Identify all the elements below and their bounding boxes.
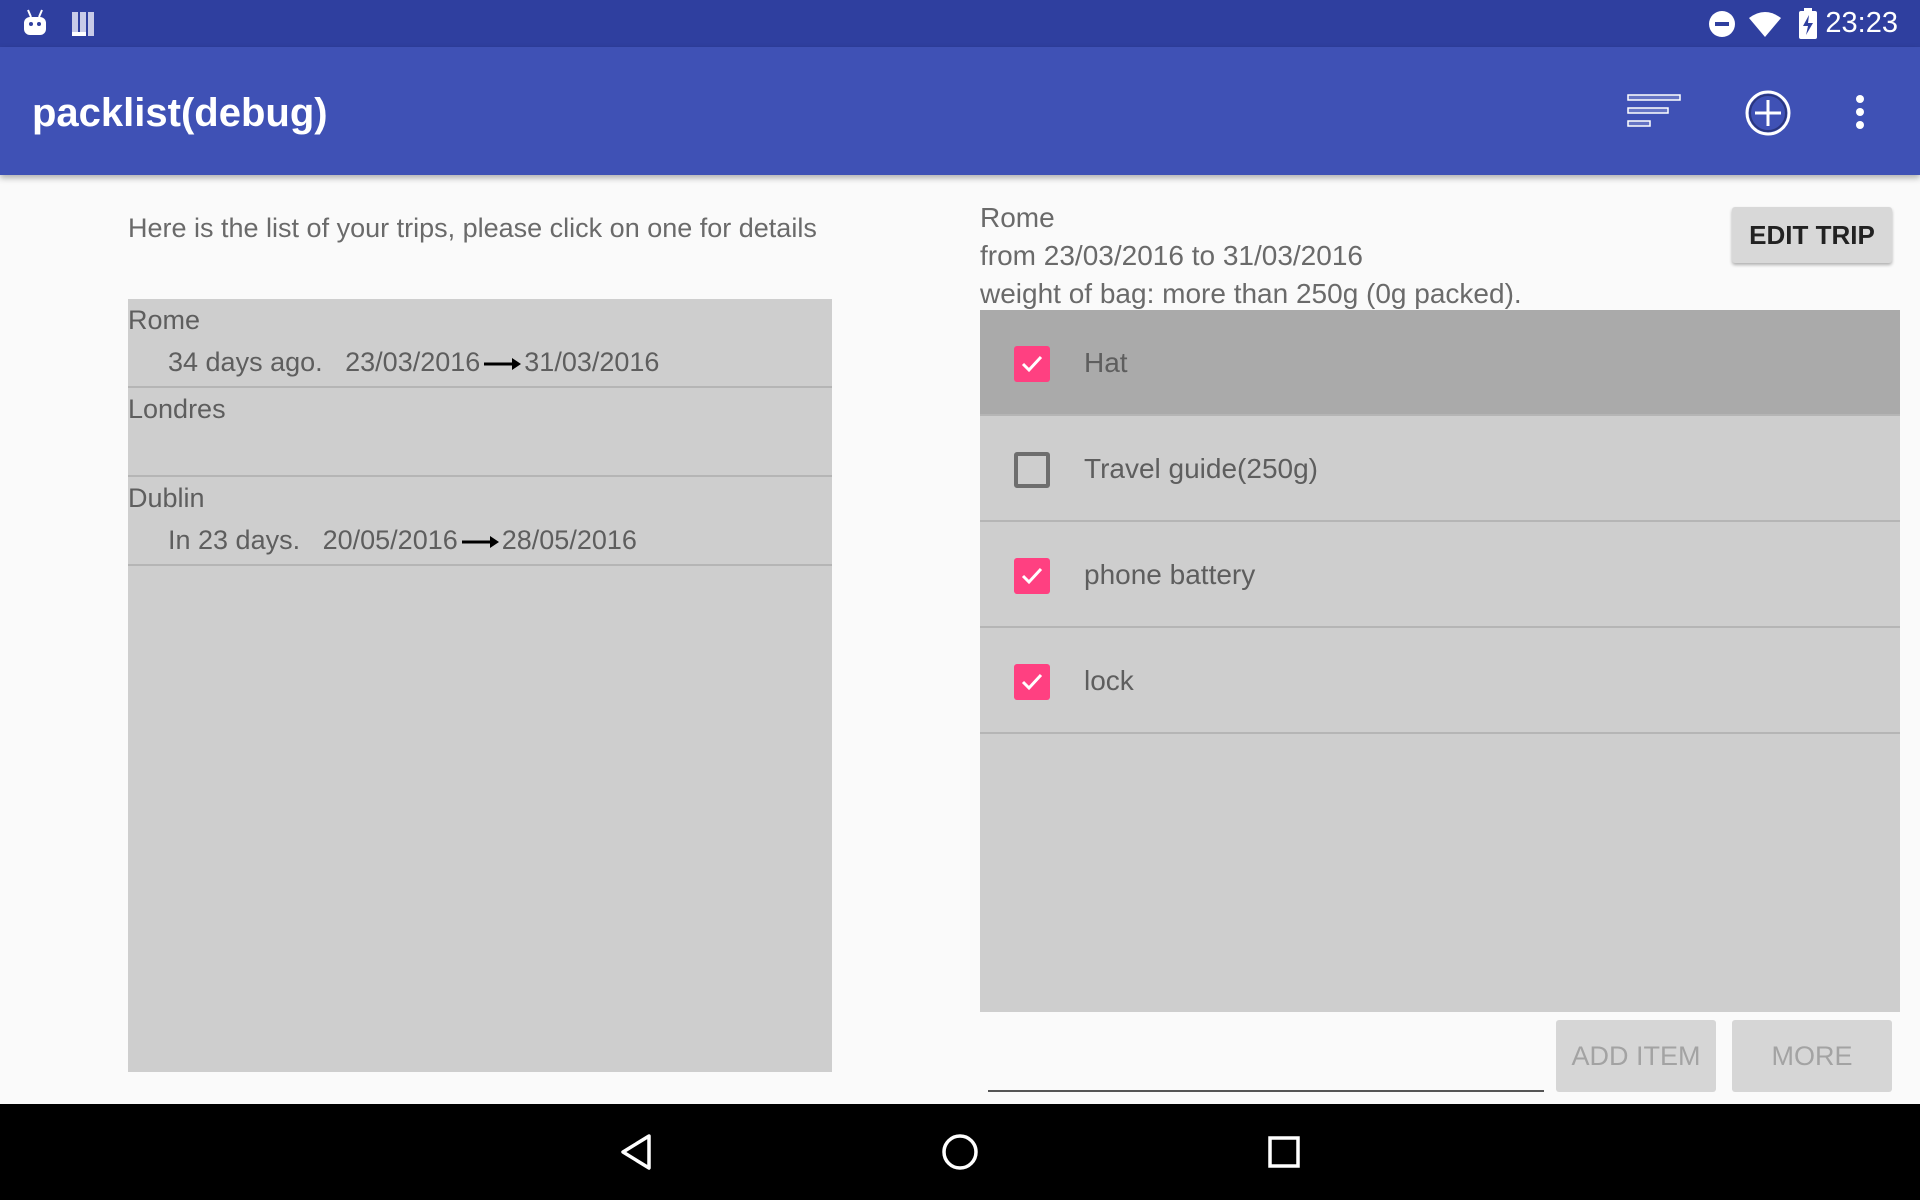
trip-dates: In 23 days. 20/05/2016 28/05/2016 <box>168 525 637 556</box>
pack-item-label: Hat <box>1084 347 1128 378</box>
app-title: packlist(debug) <box>32 91 328 135</box>
add-circle-icon[interactable] <box>1744 89 1792 137</box>
home-icon[interactable] <box>940 1132 980 1172</box>
trip-end-date: 28/05/2016 <box>501 525 637 555</box>
more-button[interactable]: MORE <box>1732 1020 1892 1092</box>
trip-row-rome[interactable]: Rome 34 days ago. 23/03/2016 31/03/2016 <box>128 299 832 388</box>
battery-charging-icon <box>1799 8 1817 39</box>
android-debug-icon <box>24 9 46 35</box>
trip-start-date: 23/03/2016 <box>345 347 481 377</box>
pack-item-label: lock <box>1084 665 1134 696</box>
checkbox-checked[interactable] <box>1014 558 1050 594</box>
trip-dates: 34 days ago. 23/03/2016 31/03/2016 <box>168 347 659 378</box>
pack-item-row[interactable]: lock <box>980 628 1900 734</box>
add-item-button[interactable]: ADD ITEM <box>1556 1020 1716 1092</box>
trip-list[interactable]: Rome 34 days ago. 23/03/2016 31/03/2016 L… <box>128 299 832 1072</box>
trip-row-dublin[interactable]: Dublin In 23 days. 20/05/2016 28/05/2016 <box>128 477 832 566</box>
new-item-input[interactable] <box>988 1040 1544 1092</box>
trips-intro-text: Here is the list of your trips, please c… <box>128 213 817 243</box>
sim-storage-icon <box>72 12 94 36</box>
checkbox-checked[interactable] <box>1014 664 1050 700</box>
wifi-icon <box>1749 12 1781 37</box>
edit-trip-button[interactable]: EDIT TRIP <box>1732 207 1892 263</box>
trip-end-date: 31/03/2016 <box>524 347 660 377</box>
clock: 23:23 <box>1825 7 1898 39</box>
trip-detail-name: Rome <box>980 202 1055 233</box>
trip-start-date: 20/05/2016 <box>322 525 458 555</box>
trip-name: Rome <box>128 305 201 335</box>
navigation-bar <box>0 1104 1920 1200</box>
pack-item-label: phone battery <box>1084 559 1256 590</box>
trip-row-londres[interactable]: Londres <box>128 388 832 477</box>
checkbox-checked[interactable] <box>1014 346 1050 382</box>
pack-item-row[interactable]: phone battery <box>980 522 1900 628</box>
trip-relative-time: In 23 days. <box>168 525 301 555</box>
status-bar: 23:23 <box>0 0 1920 47</box>
trip-detail-weight: weight of bag: more than 250g (0g packed… <box>980 278 1522 309</box>
app-bar: packlist(debug) <box>0 47 1920 175</box>
trip-name: Londres <box>128 394 226 424</box>
pack-item-label: Travel guide(250g) <box>1084 453 1318 484</box>
arrow-right-icon <box>484 357 522 370</box>
checkbox-unchecked[interactable] <box>1014 452 1050 488</box>
trip-detail-header: Rome from 23/03/2016 to 31/03/2016 weigh… <box>980 199 1522 313</box>
arrow-right-icon <box>461 535 499 548</box>
trip-detail-dates: from 23/03/2016 to 31/03/2016 <box>980 240 1363 271</box>
sort-icon[interactable] <box>1626 91 1682 131</box>
pack-item-row[interactable]: Travel guide(250g) <box>980 416 1900 522</box>
overflow-menu-icon[interactable] <box>1848 93 1872 133</box>
recents-icon[interactable] <box>1264 1132 1304 1172</box>
trip-relative-time: 34 days ago. <box>168 347 323 377</box>
pack-item-list[interactable]: Hat Travel guide(250g) phone battery loc… <box>980 310 1900 1012</box>
pack-item-row[interactable]: Hat <box>980 310 1900 416</box>
do-not-disturb-icon <box>1709 11 1735 37</box>
trip-name: Dublin <box>128 483 205 513</box>
back-icon[interactable] <box>616 1132 656 1172</box>
